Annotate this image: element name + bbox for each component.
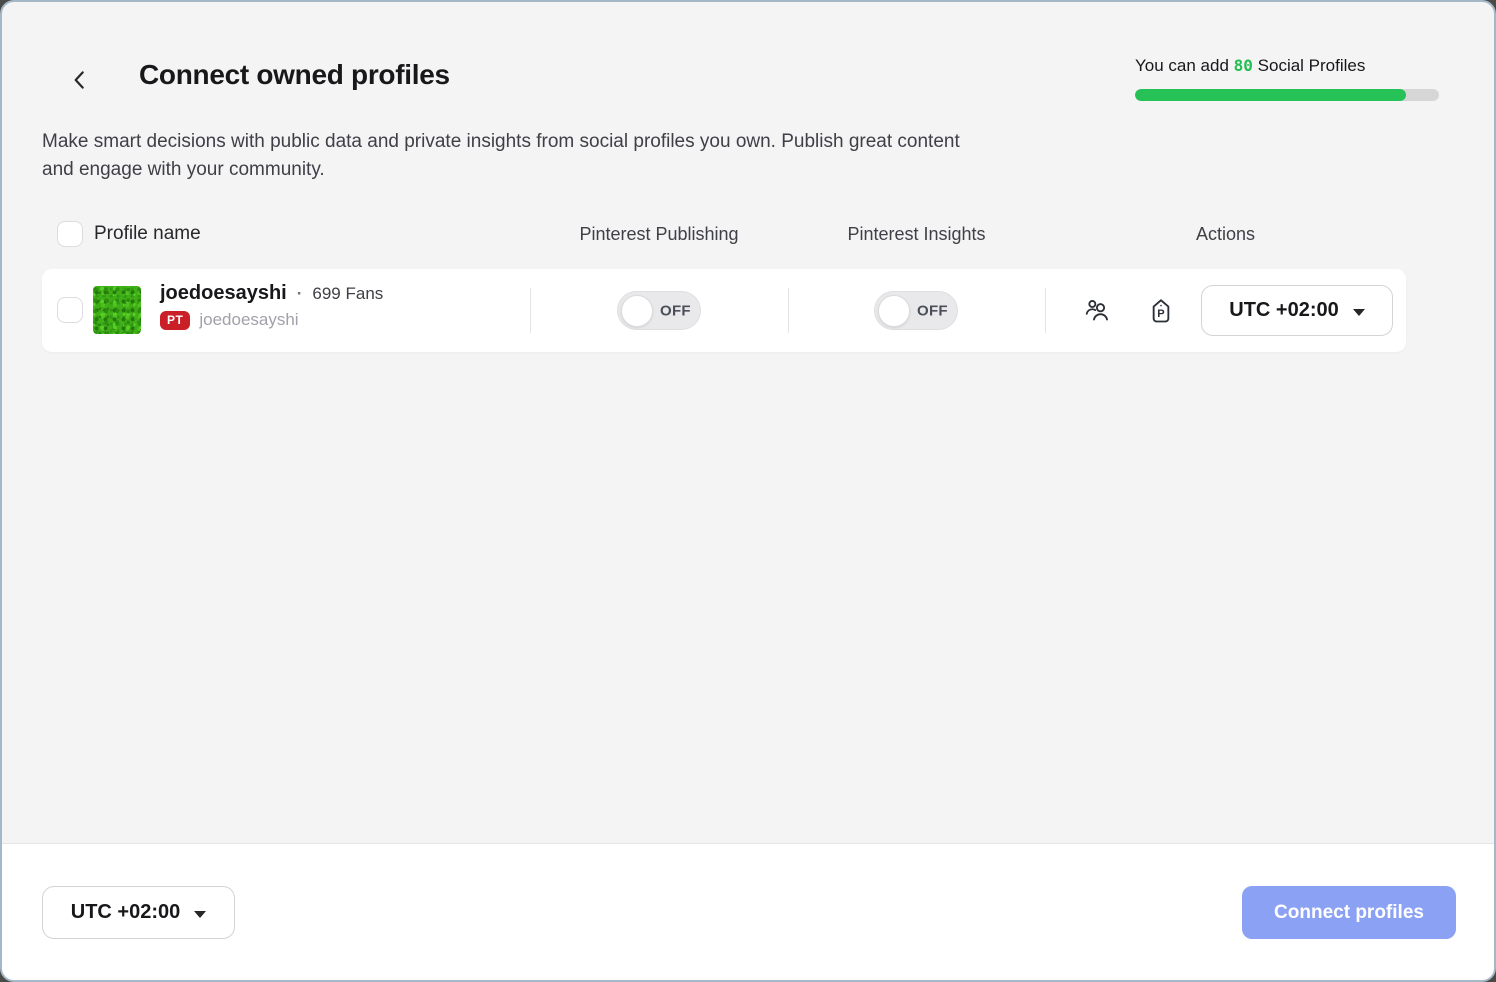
toggle-knob bbox=[878, 295, 910, 327]
column-header-profile-name: Profile name bbox=[94, 223, 201, 245]
back-button[interactable] bbox=[62, 62, 98, 98]
quota-suffix: Social Profiles bbox=[1258, 56, 1366, 75]
quota-progress-fill bbox=[1135, 89, 1406, 101]
column-divider bbox=[788, 288, 789, 333]
quota-progress-bar bbox=[1135, 89, 1439, 101]
pinterest-tag-action-button[interactable]: P bbox=[1146, 296, 1176, 326]
toggle-state-label: OFF bbox=[917, 302, 948, 319]
pinterest-network-badge: PT bbox=[160, 311, 190, 330]
quota-prefix: You can add bbox=[1135, 56, 1229, 75]
fans-count: 699 Fans bbox=[312, 284, 383, 304]
column-header-pinterest-publishing: Pinterest Publishing bbox=[530, 224, 788, 245]
footer-bar: UTC +02:00 Connect profiles bbox=[2, 843, 1494, 980]
column-divider bbox=[530, 288, 531, 333]
connect-profiles-modal: Connect owned profiles Make smart decisi… bbox=[0, 0, 1496, 982]
profile-row: joedoesayshi · 699 Fans PT joedoesayshi … bbox=[42, 269, 1406, 352]
users-icon bbox=[1083, 297, 1111, 325]
profile-row-checkbox[interactable] bbox=[57, 297, 83, 323]
audience-action-button[interactable] bbox=[1082, 296, 1112, 326]
page-description: Make smart decisions with public data an… bbox=[42, 128, 982, 184]
profile-handle: joedoesayshi bbox=[199, 310, 298, 330]
dot-separator: · bbox=[297, 284, 303, 304]
toggle-knob bbox=[621, 295, 653, 327]
caret-down-icon bbox=[194, 911, 206, 918]
footer-timezone-value: UTC +02:00 bbox=[71, 901, 181, 924]
caret-down-icon bbox=[1353, 309, 1365, 316]
pinterest-insights-toggle[interactable]: OFF bbox=[874, 291, 958, 330]
page-title: Connect owned profiles bbox=[139, 59, 450, 91]
footer-timezone-dropdown[interactable]: UTC +02:00 bbox=[42, 886, 235, 939]
column-divider bbox=[1045, 288, 1046, 333]
connect-profiles-button[interactable]: Connect profiles bbox=[1242, 886, 1456, 939]
toggle-state-label: OFF bbox=[660, 302, 691, 319]
profile-name: joedoesayshi bbox=[160, 282, 287, 305]
row-timezone-dropdown[interactable]: UTC +02:00 bbox=[1201, 285, 1393, 336]
pinterest-tag-icon: P bbox=[1147, 297, 1175, 325]
svg-text:P: P bbox=[1157, 308, 1165, 320]
row-timezone-value: UTC +02:00 bbox=[1229, 299, 1339, 322]
quota-text: You can add 80 Social Profiles bbox=[1135, 56, 1455, 76]
select-all-checkbox[interactable] bbox=[57, 221, 83, 247]
pinterest-publishing-toggle[interactable]: OFF bbox=[617, 291, 701, 330]
column-header-pinterest-insights: Pinterest Insights bbox=[788, 224, 1045, 245]
profile-info: joedoesayshi · 699 Fans PT joedoesayshi bbox=[160, 282, 383, 330]
column-header-actions: Actions bbox=[1045, 224, 1406, 245]
chevron-left-icon bbox=[67, 67, 93, 93]
quota-count: 80 bbox=[1234, 56, 1253, 75]
profile-avatar bbox=[93, 286, 141, 334]
